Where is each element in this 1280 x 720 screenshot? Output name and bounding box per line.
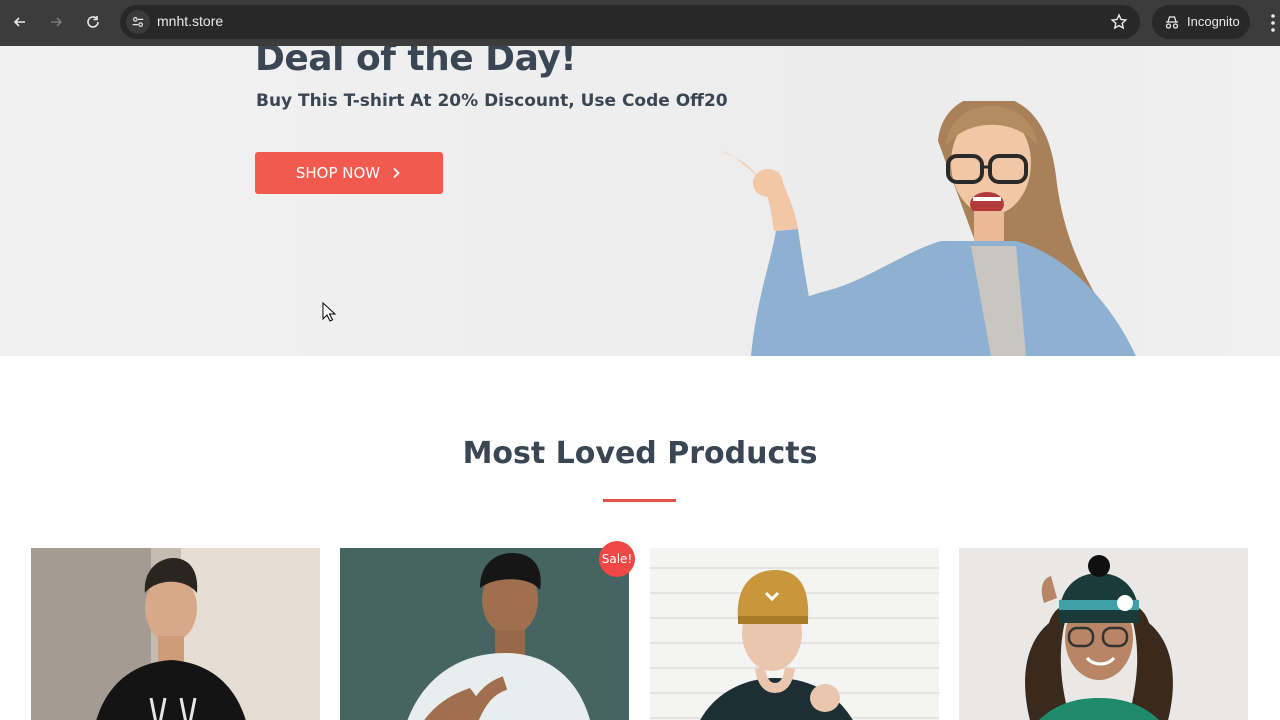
back-button[interactable] bbox=[6, 8, 34, 36]
mouse-cursor-icon bbox=[322, 302, 336, 322]
product-card-1[interactable] bbox=[31, 548, 320, 720]
reload-icon bbox=[87, 16, 99, 28]
product-card-4[interactable] bbox=[959, 548, 1248, 720]
hero-title: Deal of the Day! bbox=[255, 46, 577, 79]
product-image-1 bbox=[31, 548, 320, 720]
site-settings-icon[interactable] bbox=[126, 10, 150, 34]
product-image-4 bbox=[959, 548, 1248, 720]
hero-subtitle: Buy This T-shirt At 20% Discount, Use Co… bbox=[256, 91, 728, 111]
hero-model-image bbox=[721, 101, 1136, 356]
shop-now-button[interactable]: SHOP NOW bbox=[255, 152, 443, 194]
star-icon[interactable] bbox=[1110, 13, 1128, 31]
product-image-3 bbox=[650, 548, 939, 720]
reload-button[interactable] bbox=[79, 8, 107, 36]
address-bar[interactable]: mnht.store bbox=[120, 5, 1140, 39]
chevron-right-icon bbox=[393, 167, 400, 179]
forward-arrow-icon bbox=[51, 17, 63, 27]
web-page: Deal of the Day! Buy This T-shirt At 20%… bbox=[0, 46, 1280, 720]
menu-dots-icon[interactable] bbox=[1263, 12, 1280, 34]
hero-banner: Deal of the Day! Buy This T-shirt At 20%… bbox=[0, 46, 1280, 356]
incognito-indicator[interactable]: Incognito bbox=[1152, 5, 1250, 39]
incognito-icon bbox=[1165, 16, 1179, 29]
shop-now-label: SHOP NOW bbox=[295, 164, 381, 182]
url-text[interactable]: mnht.store bbox=[157, 13, 223, 29]
forward-button[interactable] bbox=[42, 8, 70, 36]
product-card-3[interactable] bbox=[650, 548, 939, 720]
back-arrow-icon bbox=[13, 17, 25, 27]
sale-badge: Sale! bbox=[599, 541, 635, 577]
section-divider bbox=[603, 499, 676, 502]
product-card-2[interactable] bbox=[340, 548, 629, 720]
browser-toolbar: mnht.store Incognito bbox=[0, 0, 1280, 46]
section-title: Most Loved Products bbox=[462, 436, 818, 471]
product-image-2 bbox=[340, 548, 629, 720]
incognito-label: Incognito bbox=[1187, 14, 1240, 29]
